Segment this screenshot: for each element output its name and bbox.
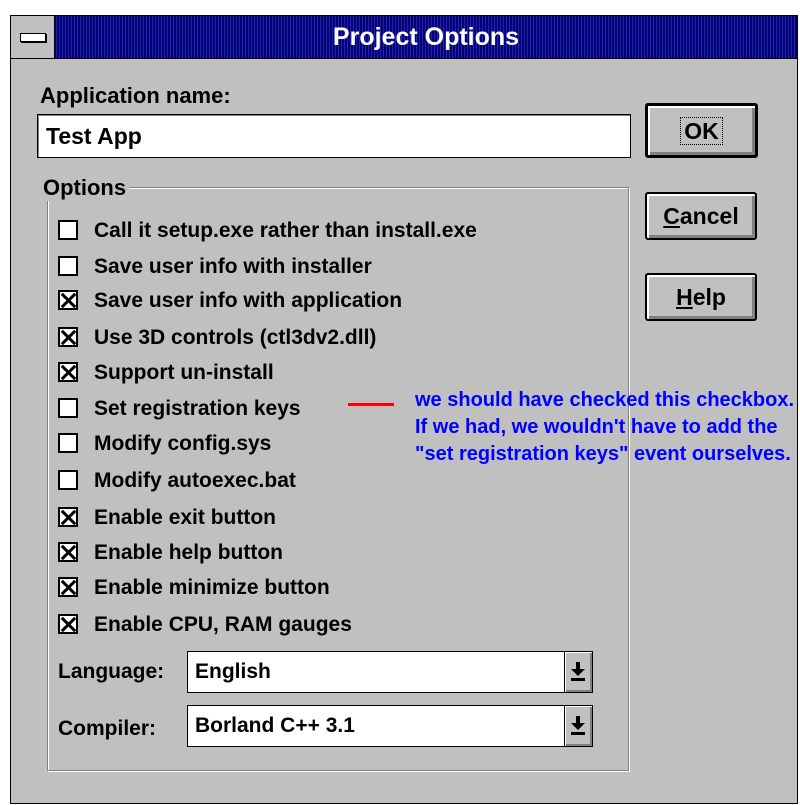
checkbox-label: Enable minimize button [94, 576, 330, 599]
cancel-button-label: Cancel [663, 203, 739, 229]
checkbox-label: Enable CPU, RAM gauges [94, 613, 352, 636]
checkbox-label: Enable exit button [94, 506, 277, 529]
dropdown-arrow-icon [571, 716, 585, 735]
system-menu-icon [20, 33, 46, 42]
ok-button-label: OK [680, 117, 723, 145]
annotation-pointer-line [348, 403, 394, 406]
checkbox-box[interactable] [58, 220, 78, 240]
window-title: Project Options [332, 23, 520, 51]
checkbox-label: Set registration keys [94, 397, 301, 420]
checkbox-label: Support un-install [94, 361, 274, 384]
checkbox-box[interactable] [58, 577, 78, 597]
options-group-label: Options [40, 175, 130, 201]
checkbox-box[interactable] [58, 398, 78, 418]
compiler-label: Compiler: [58, 717, 157, 740]
checkbox-label: Enable help button [94, 541, 283, 564]
checkbox-label: Call it setup.exe rather than install.ex… [94, 219, 477, 242]
checkbox-box[interactable] [58, 290, 78, 310]
checkbox-box[interactable] [58, 327, 78, 347]
application-name-label: Application name: [40, 83, 231, 108]
checkbox-label: Save user info with application [94, 289, 403, 312]
dropdown-arrow-icon [571, 662, 585, 681]
checkbox-box[interactable] [58, 433, 78, 453]
annotation-note: we should have checked this checkbox. If… [415, 389, 795, 465]
compiler-select[interactable]: Borland C++ 3.1 [187, 705, 593, 747]
compiler-dropdown-button[interactable] [564, 706, 592, 746]
checkbox-box[interactable] [58, 470, 78, 490]
system-menu-button[interactable] [11, 16, 55, 58]
help-button-label: Help [676, 284, 726, 310]
language-dropdown-button[interactable] [564, 652, 592, 692]
language-value: English [195, 660, 271, 683]
checkbox-label: Use 3D controls (ctl3dv2.dll) [94, 326, 377, 349]
checkbox-label: Save user info with installer [94, 255, 372, 278]
application-name-input[interactable]: Test App [37, 114, 631, 158]
checkbox-label: Modify autoexec.bat [94, 469, 296, 492]
language-select[interactable]: English [187, 651, 593, 693]
compiler-value: Borland C++ 3.1 [195, 714, 355, 737]
checkbox-box[interactable] [58, 507, 78, 527]
ok-button[interactable]: OK [645, 103, 758, 158]
help-button[interactable]: Help [645, 273, 757, 321]
checkbox-box[interactable] [58, 362, 78, 382]
checkbox-box[interactable] [58, 542, 78, 562]
cancel-button[interactable]: Cancel [645, 192, 757, 240]
language-label: Language: [58, 660, 165, 683]
checkbox-label: Modify config.sys [94, 432, 272, 455]
title-bar: Project Options [11, 16, 797, 59]
checkbox-box[interactable] [58, 614, 78, 634]
checkbox-box[interactable] [58, 256, 78, 276]
